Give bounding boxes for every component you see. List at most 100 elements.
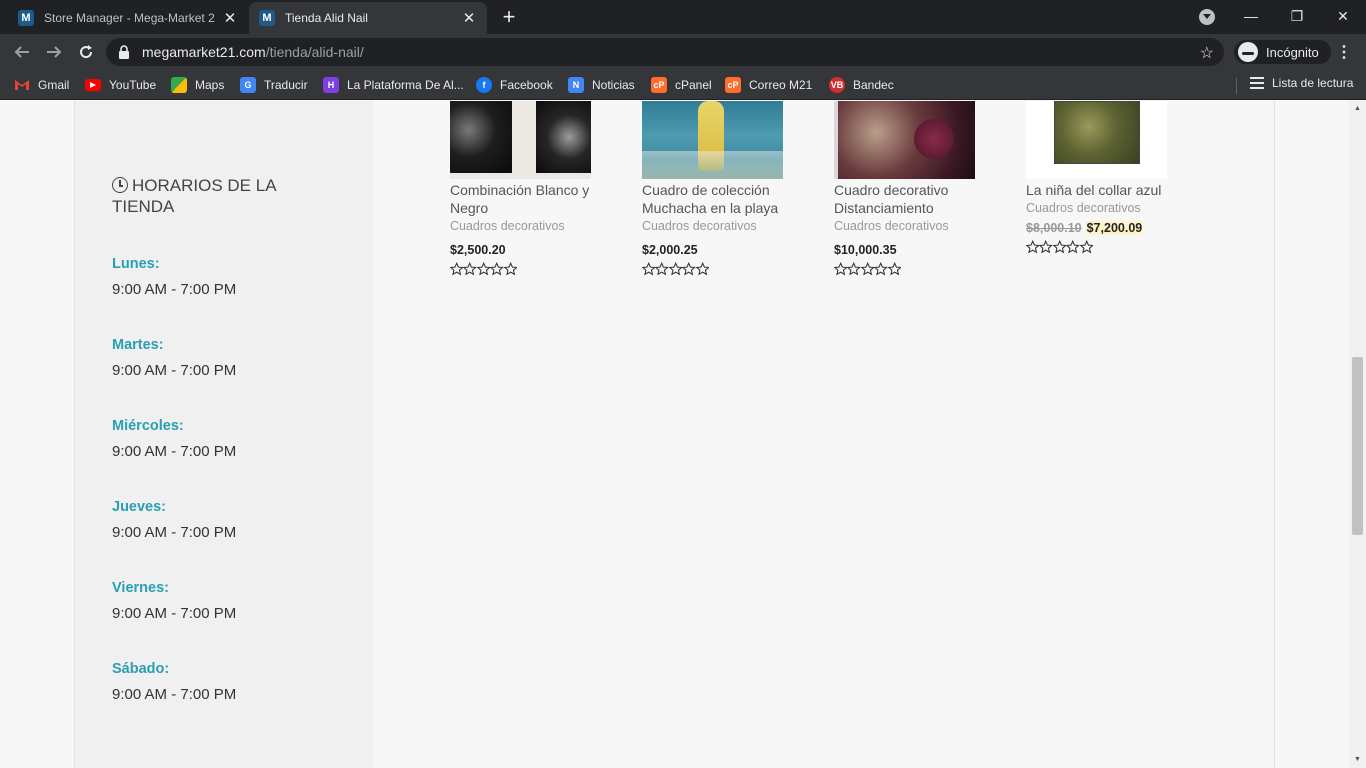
old-price: $8,000.10 bbox=[1026, 221, 1082, 235]
bookmarks-bar: Gmail YouTube Maps G Traducir H La Plata… bbox=[0, 70, 1366, 100]
bookmark-label: YouTube bbox=[109, 78, 157, 92]
star-outline-icon bbox=[887, 262, 901, 276]
product-category[interactable]: Cuadros decorativos bbox=[642, 217, 802, 235]
reload-button[interactable] bbox=[74, 40, 98, 64]
browser-toolbar: megamarket21.com/tienda/alid-nail/ ☆ Inc… bbox=[0, 34, 1366, 70]
reading-list-button[interactable]: Lista de lectura bbox=[1250, 76, 1353, 90]
close-icon[interactable]: ✕ bbox=[461, 10, 477, 27]
day-name: Viernes: bbox=[112, 580, 169, 596]
star-outline-icon bbox=[1052, 240, 1067, 254]
sale-price: $7,200.09 bbox=[1085, 221, 1144, 235]
close-icon[interactable]: ✕ bbox=[222, 10, 238, 27]
product-image[interactable] bbox=[1026, 101, 1167, 179]
bookmark-correo-m21[interactable]: cP Correo M21 bbox=[725, 76, 812, 94]
day-name: Jueves: bbox=[112, 499, 167, 515]
scroll-down-icon[interactable]: ▼ bbox=[1353, 756, 1362, 763]
bookmark-plataforma[interactable]: H La Plataforma De Al... bbox=[323, 76, 464, 94]
day-hours: 9:00 AM - 7:00 PM bbox=[112, 686, 237, 703]
star-outline-icon bbox=[834, 262, 848, 276]
more-menu-icon[interactable]: ⋮ bbox=[1336, 42, 1352, 62]
scrollbar-thumb[interactable] bbox=[1352, 357, 1363, 535]
product-card: Cuadro decorativo Distanciamiento Cuadro… bbox=[834, 101, 994, 278]
plataforma-icon: H bbox=[323, 77, 339, 93]
bookmark-bandec[interactable]: VB Bandec bbox=[829, 76, 894, 94]
product-title-link[interactable]: Combinación Blanco y Negro bbox=[450, 181, 610, 217]
url-path: /tienda/alid-nail/ bbox=[265, 44, 364, 60]
bookmark-label: Bandec bbox=[853, 78, 894, 92]
product-card: La niña del collar azul Cuadros decorati… bbox=[1026, 101, 1186, 256]
minimize-button[interactable]: — bbox=[1228, 0, 1274, 32]
incognito-badge[interactable]: Incógnito bbox=[1234, 40, 1331, 64]
forward-button[interactable] bbox=[42, 40, 66, 64]
store-hours-sidebar: HORARIOS DE LA TIENDA Lunes: 9:00 AM - 7… bbox=[74, 101, 374, 768]
page-content: HORARIOS DE LA TIENDA Lunes: 9:00 AM - 7… bbox=[0, 101, 1366, 768]
product-card: Cuadro de colección Muchacha en la playa… bbox=[642, 101, 802, 278]
bookmark-traducir[interactable]: G Traducir bbox=[240, 76, 308, 94]
rating-stars bbox=[834, 262, 994, 278]
rating-stars bbox=[1026, 240, 1186, 256]
star-outline-icon bbox=[695, 262, 709, 276]
gmail-icon bbox=[14, 77, 30, 93]
product-grid: Combinación Blanco y Negro Cuadros decor… bbox=[375, 101, 1275, 768]
star-outline-icon bbox=[642, 262, 656, 276]
back-button[interactable] bbox=[10, 40, 34, 64]
page-scrollbar[interactable]: ▲ ▼ bbox=[1349, 101, 1366, 768]
product-title-link[interactable]: Cuadro de colección Muchacha en la playa bbox=[642, 181, 802, 217]
facebook-icon: f bbox=[476, 77, 492, 93]
bookmark-gmail[interactable]: Gmail bbox=[14, 76, 69, 94]
star-outline-icon bbox=[682, 262, 696, 276]
product-image[interactable] bbox=[642, 101, 783, 179]
day-name: Lunes: bbox=[112, 256, 160, 272]
star-outline-icon bbox=[476, 262, 491, 276]
hours-row-thursday: Jueves: 9:00 AM - 7:00 PM bbox=[112, 496, 352, 544]
tab-search-icon[interactable] bbox=[1199, 9, 1215, 25]
bookmark-label: Maps bbox=[195, 78, 225, 92]
product-category[interactable]: Cuadros decorativos bbox=[1026, 199, 1186, 217]
tab-store-manager[interactable]: M Store Manager - Mega-Market 2 ✕ bbox=[8, 2, 248, 34]
rating-stars bbox=[642, 262, 802, 278]
hours-row-wednesday: Miércoles: 9:00 AM - 7:00 PM bbox=[112, 415, 352, 463]
day-hours: 9:00 AM - 7:00 PM bbox=[112, 524, 237, 541]
product-category[interactable]: Cuadros decorativos bbox=[450, 217, 610, 235]
star-outline-icon bbox=[463, 262, 477, 276]
star-outline-icon bbox=[1079, 240, 1093, 254]
price-value: $2,000.25 bbox=[642, 243, 698, 257]
day-hours: 9:00 AM - 7:00 PM bbox=[112, 362, 237, 379]
chevron-down-icon bbox=[1203, 14, 1211, 19]
bandec-icon: VB bbox=[829, 77, 845, 93]
news-icon: N bbox=[568, 77, 584, 93]
bookmark-label: Correo M21 bbox=[749, 78, 813, 92]
product-category[interactable]: Cuadros decorativos bbox=[834, 217, 994, 235]
star-outline-icon bbox=[1039, 240, 1053, 254]
bookmark-label: Gmail bbox=[38, 78, 70, 92]
incognito-label: Incógnito bbox=[1266, 44, 1319, 60]
bookmark-maps[interactable]: Maps bbox=[171, 76, 224, 94]
lock-icon bbox=[119, 45, 129, 59]
new-tab-button[interactable]: + bbox=[498, 6, 520, 28]
tab-title: Store Manager - Mega-Market 2 bbox=[44, 11, 215, 25]
star-outline-icon bbox=[503, 262, 517, 276]
bookmarks-separator bbox=[1236, 78, 1237, 94]
restore-button[interactable]: ❐ bbox=[1274, 0, 1320, 32]
tab-strip: M Store Manager - Mega-Market 2 ✕ M Tien… bbox=[0, 0, 1366, 34]
bookmark-label: La Plataforma De Al... bbox=[347, 78, 464, 92]
rating-stars bbox=[450, 262, 610, 278]
bookmark-star-icon[interactable]: ☆ bbox=[1200, 43, 1214, 63]
tab-tienda-alid-nail[interactable]: M Tienda Alid Nail ✕ bbox=[249, 2, 487, 34]
product-image[interactable] bbox=[834, 101, 975, 179]
close-window-button[interactable]: ✕ bbox=[1320, 0, 1366, 32]
price-value: $10,000.35 bbox=[834, 243, 897, 257]
bookmark-cpanel[interactable]: cP cPanel bbox=[651, 76, 712, 94]
url-host: megamarket21.com bbox=[142, 44, 266, 60]
bookmark-label: Noticias bbox=[592, 78, 635, 92]
scroll-up-icon[interactable]: ▲ bbox=[1353, 105, 1362, 112]
product-title-link[interactable]: La niña del collar azul bbox=[1026, 181, 1186, 199]
product-title-link[interactable]: Cuadro decorativo Distanciamiento bbox=[834, 181, 994, 217]
arrow-left-icon bbox=[14, 46, 29, 58]
product-image[interactable] bbox=[450, 101, 591, 179]
bookmark-facebook[interactable]: f Facebook bbox=[476, 76, 553, 94]
bookmark-youtube[interactable]: YouTube bbox=[85, 76, 156, 94]
bookmark-noticias[interactable]: N Noticias bbox=[568, 76, 635, 94]
price-value: $2,500.20 bbox=[450, 243, 506, 257]
address-bar[interactable]: megamarket21.com/tienda/alid-nail/ ☆ bbox=[106, 38, 1224, 66]
